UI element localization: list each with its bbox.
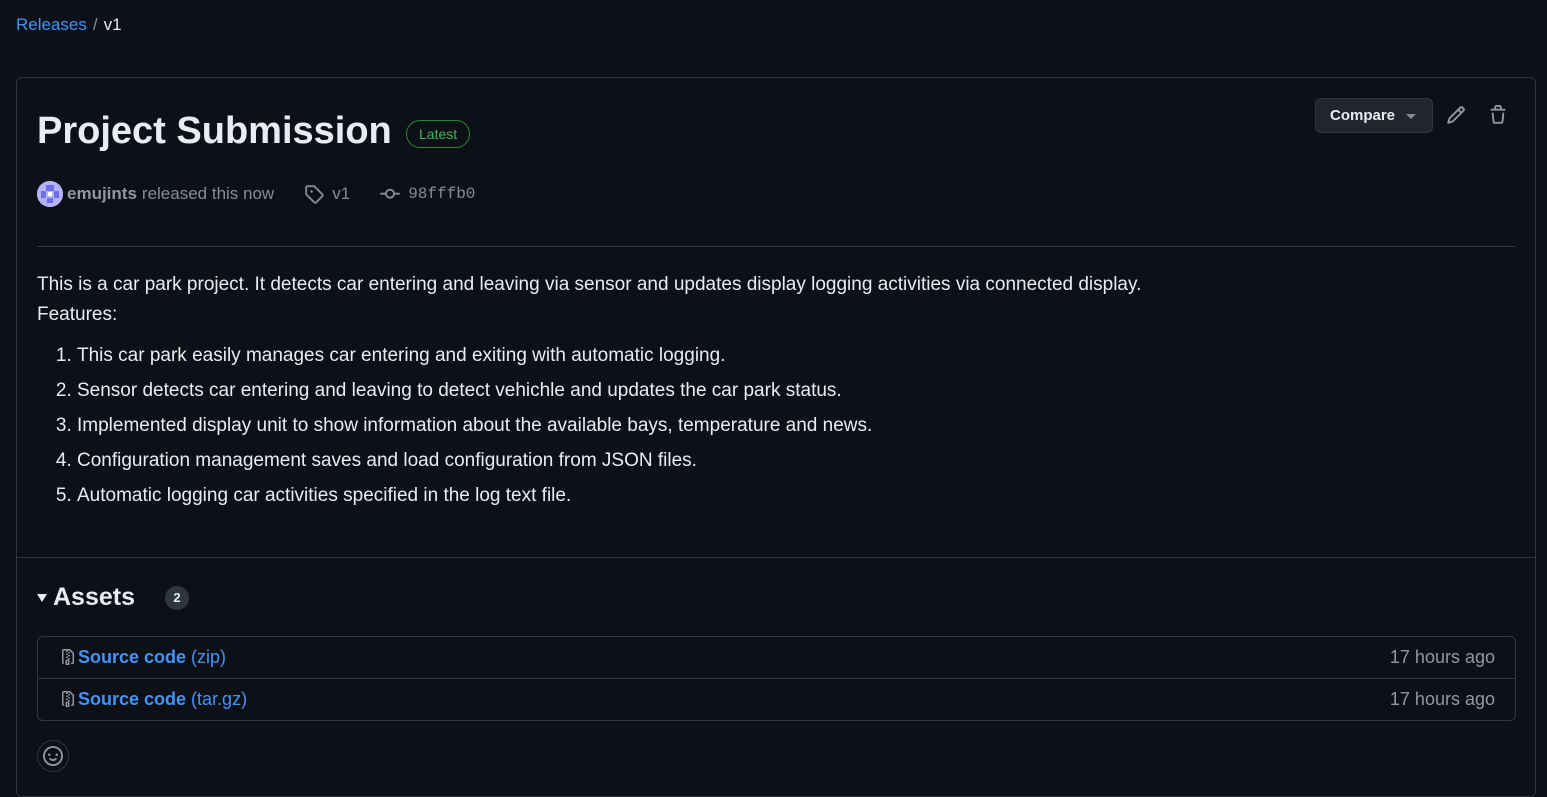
asset-ext[interactable]: (tar.gz) — [191, 689, 247, 710]
tag-label: v1 — [332, 184, 351, 203]
triangle-down-icon — [37, 593, 47, 602]
assets-count-badge: 2 — [165, 585, 189, 610]
smiley-icon — [43, 746, 63, 766]
trash-icon — [1490, 105, 1506, 124]
table-row: Source code (zip) 17 hours ago — [38, 637, 1515, 679]
compare-label: Compare — [1330, 107, 1396, 124]
assets-toggle[interactable]: Assets 2 — [37, 583, 189, 612]
tag-link[interactable]: v1 — [304, 184, 350, 204]
avatar-identicon-icon — [37, 181, 63, 207]
assets-heading: Assets — [53, 583, 135, 611]
list-item: This car park easily manages car enterin… — [77, 338, 1507, 373]
list-item: Automatic logging car activities specifi… — [77, 478, 1507, 513]
author-link[interactable]: emujints — [67, 184, 137, 204]
asset-ext[interactable]: (zip) — [191, 647, 226, 668]
divider — [37, 246, 1516, 247]
description-line-1: This is a car park project. It detects c… — [37, 274, 1142, 295]
list-item: Implemented display unit to show informa… — [77, 408, 1507, 443]
pencil-icon — [1447, 106, 1465, 124]
released-text: released this now — [141, 184, 275, 203]
breadcrumb-current: v1 — [103, 15, 122, 34]
breadcrumb: Releases / v1 — [16, 14, 122, 36]
description-line-2: Features: — [37, 304, 118, 325]
asset-time: 17 hours ago — [1389, 688, 1495, 709]
asset-time: 17 hours ago — [1389, 646, 1495, 667]
edit-button[interactable] — [1443, 102, 1469, 128]
commit-sha: 98fffb0 — [408, 185, 476, 203]
table-row: Source code (tar.gz) 17 hours ago — [38, 679, 1515, 721]
assets-list: Source code (zip) 17 hours ago Source co… — [37, 636, 1516, 721]
asset-link-targz[interactable]: Source code — [78, 689, 186, 710]
compare-button[interactable]: Compare — [1315, 98, 1433, 133]
release-meta: emujints released this now v1 98fffb0 — [37, 181, 475, 207]
breadcrumb-separator: / — [92, 15, 98, 34]
delete-button[interactable] — [1485, 102, 1511, 128]
features-list: This car park easily manages car enterin… — [37, 338, 1507, 513]
file-zip-icon — [62, 649, 74, 666]
avatar[interactable] — [37, 181, 63, 207]
breadcrumb-releases-link[interactable]: Releases — [16, 15, 87, 34]
chevron-down-icon — [1406, 114, 1416, 119]
section-divider — [17, 557, 1535, 558]
list-item: Configuration management saves and load … — [77, 443, 1507, 478]
commit-icon — [380, 188, 401, 199]
tag-icon — [305, 185, 324, 204]
file-zip-icon — [62, 691, 74, 708]
asset-link-zip[interactable]: Source code — [78, 647, 186, 668]
release-card: Project Submission Latest Compare emujin… — [16, 77, 1536, 797]
add-reaction-button[interactable] — [37, 740, 69, 772]
release-description: This is a car park project. It detects c… — [37, 270, 1507, 513]
commit-link[interactable]: 98fffb0 — [380, 184, 475, 204]
release-title[interactable]: Project Submission — [37, 108, 392, 154]
latest-badge: Latest — [406, 120, 471, 148]
list-item: Sensor detects car entering and leaving … — [77, 373, 1507, 408]
